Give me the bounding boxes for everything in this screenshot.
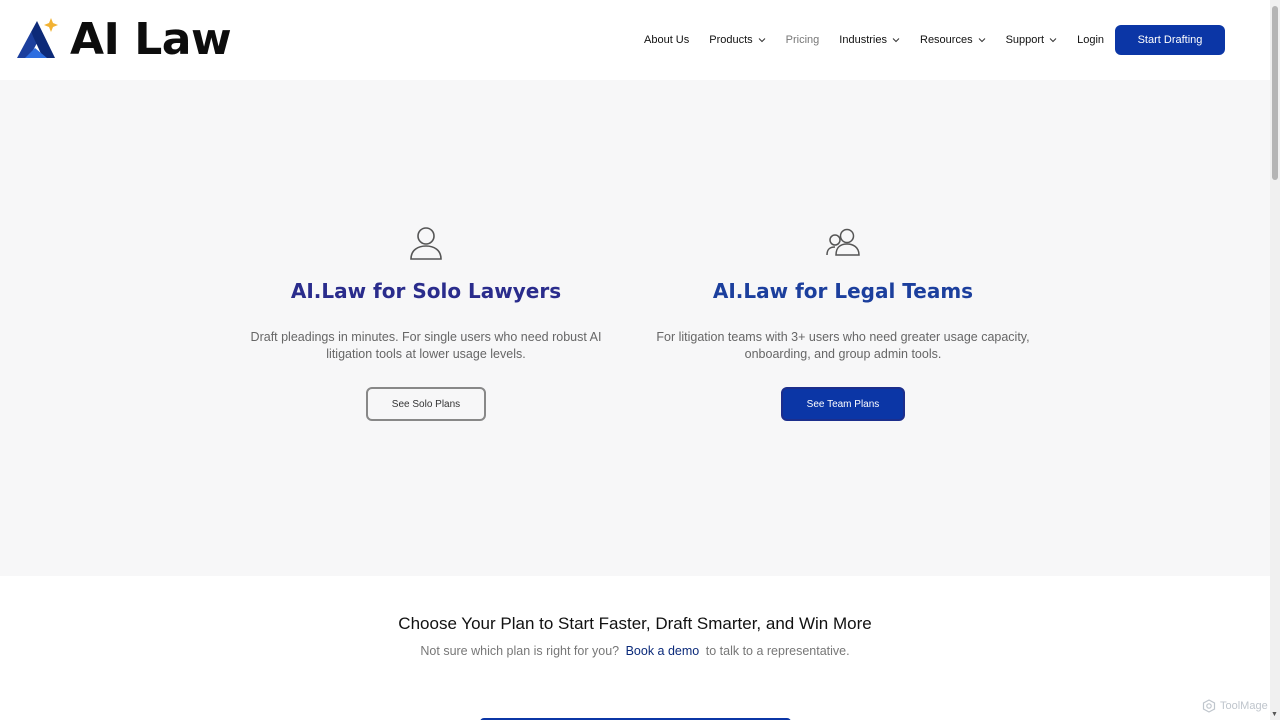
nav-label: Login bbox=[1077, 34, 1105, 46]
nav-pricing[interactable]: Pricing bbox=[786, 34, 820, 46]
user-icon bbox=[408, 225, 444, 261]
book-demo-link[interactable]: Book a demo bbox=[626, 644, 700, 658]
nav-label: About Us bbox=[644, 34, 690, 46]
start-drafting-button[interactable]: Start Drafting bbox=[1115, 25, 1225, 55]
see-team-plans-button[interactable]: See Team Plans bbox=[781, 387, 905, 421]
users-icon bbox=[825, 225, 861, 261]
plan-type-section: AI.Law for Solo Lawyers Draft pleadings … bbox=[0, 80, 1270, 576]
choose-plan-heading: Choose Your Plan to Start Faster, Draft … bbox=[398, 614, 872, 633]
chevron-down-icon bbox=[1049, 38, 1057, 43]
logo[interactable]: AI Law bbox=[15, 14, 232, 65]
watermark-text: ToolMage bbox=[1220, 700, 1268, 712]
chevron-down-icon bbox=[758, 38, 766, 43]
nav-about-us[interactable]: About Us bbox=[644, 34, 689, 46]
see-solo-plans-button[interactable]: See Solo Plans bbox=[366, 387, 486, 421]
nav-industries[interactable]: Industries bbox=[839, 34, 900, 46]
solo-lawyers-card: AI.Law for Solo Lawyers Draft pleadings … bbox=[226, 225, 626, 421]
demo-prompt-text: Not sure which plan is right for you? bbox=[420, 644, 620, 658]
solo-description: Draft pleadings in minutes. For single u… bbox=[250, 330, 602, 361]
scroll-down-icon[interactable]: ▼ bbox=[1271, 711, 1278, 718]
scrollbar-thumb[interactable] bbox=[1272, 6, 1278, 180]
logo-mark-icon bbox=[15, 18, 61, 60]
team-title: AI.Law for Legal Teams bbox=[712, 279, 974, 303]
nav-support[interactable]: Support bbox=[1006, 34, 1058, 46]
team-description: For litigation teams with 3+ users who n… bbox=[656, 330, 1030, 361]
demo-prompt: Not sure which plan is right for you? Bo… bbox=[0, 644, 1270, 658]
nav-label: Products bbox=[709, 34, 753, 46]
chevron-down-icon bbox=[892, 38, 900, 43]
nav-products[interactable]: Products bbox=[709, 34, 766, 46]
nav-login[interactable]: Login bbox=[1077, 34, 1104, 46]
nav-label: Support bbox=[1005, 34, 1045, 46]
demo-prompt-suffix: to talk to a representative. bbox=[705, 644, 850, 658]
nav-label: Pricing bbox=[785, 34, 820, 46]
site-header: AI Law About Us Products Pricing Industr… bbox=[0, 0, 1270, 80]
legal-teams-card: AI.Law for Legal Teams For litigation te… bbox=[643, 225, 1043, 421]
nav-label: Resources bbox=[920, 34, 973, 46]
nav-resources[interactable]: Resources bbox=[920, 34, 986, 46]
chevron-down-icon bbox=[978, 38, 985, 43]
choose-plan-section: Choose Your Plan to Start Faster, Draft … bbox=[0, 576, 1270, 720]
watermark-icon bbox=[1202, 699, 1216, 713]
logo-text: AI Law bbox=[70, 14, 232, 65]
main-nav: About Us Products Pricing Industries Res… bbox=[644, 25, 1124, 55]
solo-title: AI.Law for Solo Lawyers bbox=[290, 279, 562, 303]
watermark: ToolMage bbox=[1202, 699, 1268, 713]
nav-label: Industries bbox=[839, 34, 887, 46]
page-scrollbar[interactable]: ▼ bbox=[1270, 0, 1280, 720]
